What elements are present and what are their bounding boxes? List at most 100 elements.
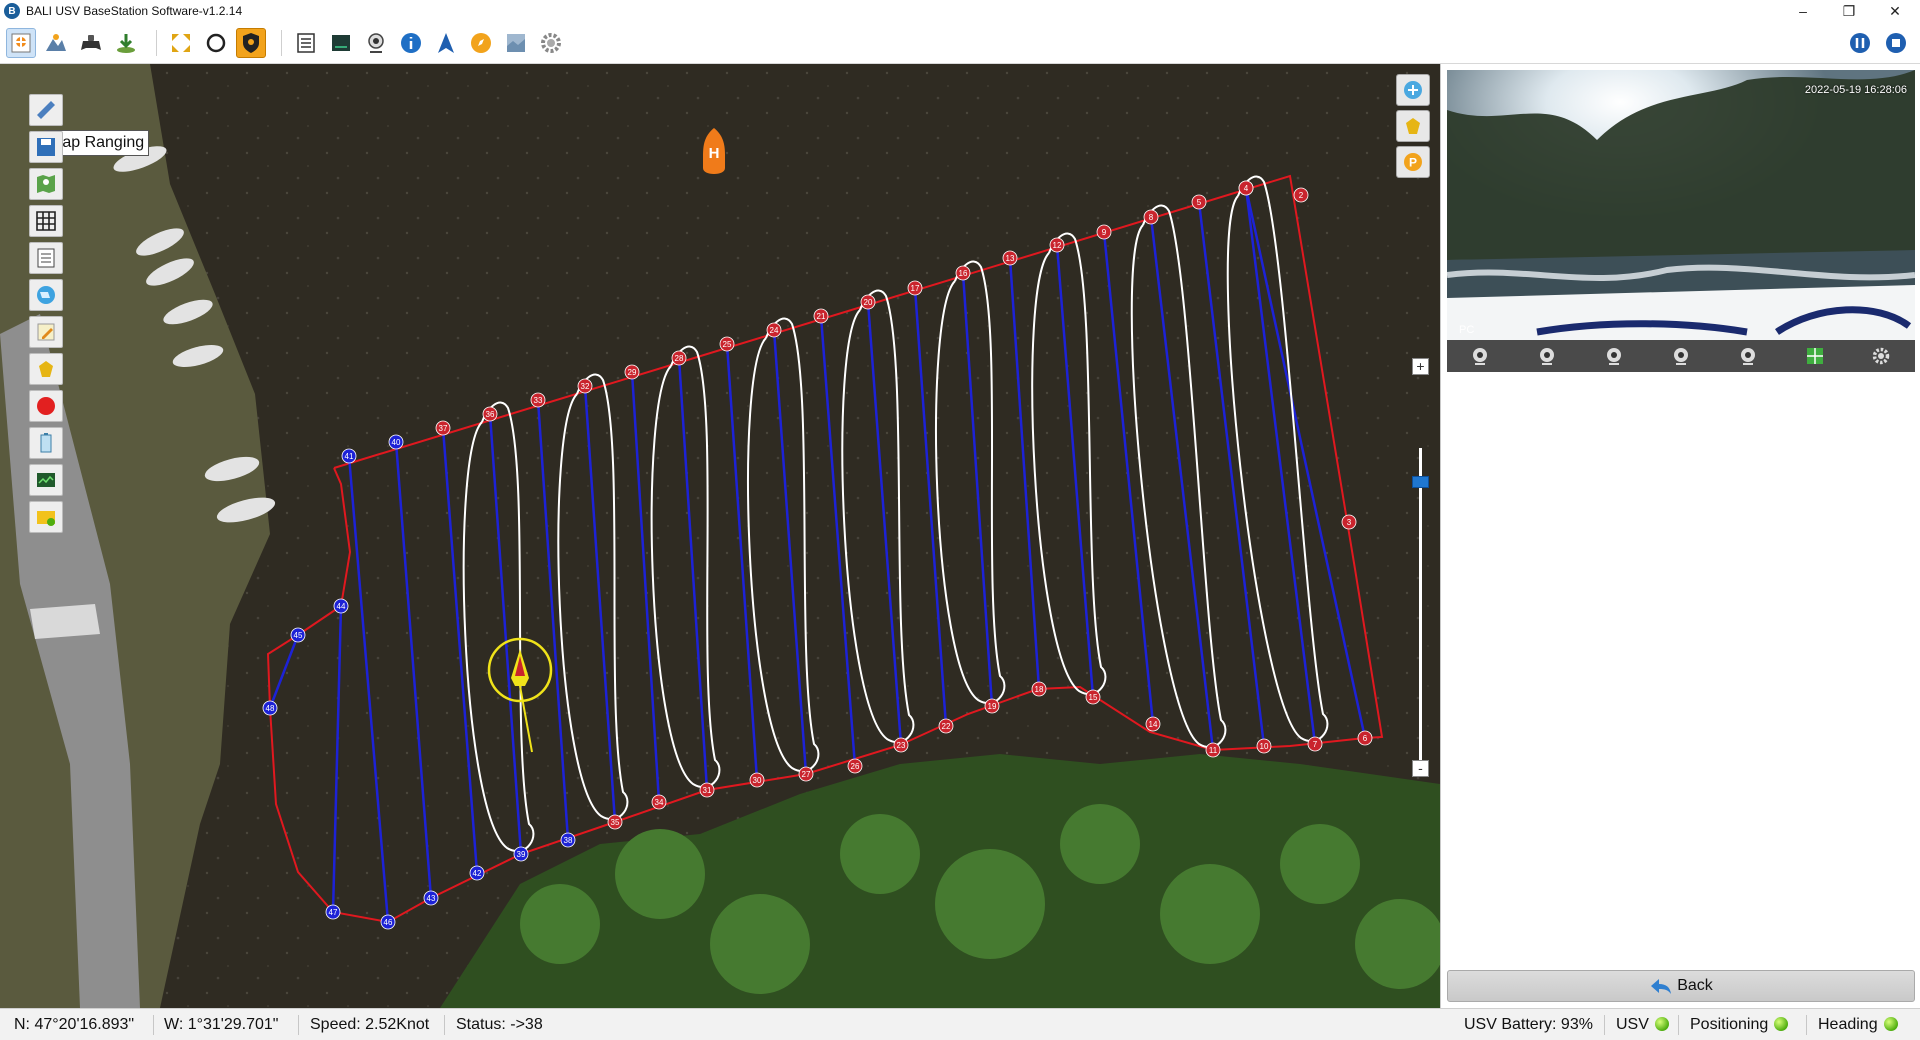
waypoint-number: 46 [384, 918, 393, 927]
waypoint-marker-blue: 45 [290, 627, 306, 643]
settings-button[interactable] [536, 28, 566, 58]
record-tool-button[interactable] [29, 390, 63, 422]
waypoint-number: 28 [675, 354, 684, 363]
window-title: BALI USV BaseStation Software-v1.2.14 [26, 4, 243, 18]
toolbar-separator [156, 30, 157, 56]
waypoint-marker-red: 13 [1002, 250, 1018, 266]
grid-tool-button[interactable] [29, 205, 63, 237]
back-button[interactable]: Back [1447, 970, 1915, 1002]
info-button[interactable] [396, 28, 426, 58]
chart-tool-button[interactable] [29, 464, 63, 496]
waypoint-marker-blue: 47 [325, 904, 341, 920]
waypoint-marker-red: 37 [435, 420, 451, 436]
map-pin-tool-button[interactable] [29, 168, 63, 200]
camera-4-button[interactable] [1670, 345, 1692, 367]
bucket-tool-button[interactable] [29, 353, 63, 385]
gamepad-icon [81, 35, 101, 50]
grid-view-button[interactable] [1804, 345, 1826, 367]
pause-button[interactable] [1845, 28, 1875, 58]
map-canvas[interactable]: 1234567891011121314151617181920212223242… [0, 64, 1440, 1008]
restore-button[interactable]: ❐ [1826, 0, 1872, 22]
home-marker-label: H [709, 145, 720, 162]
status-separator [1678, 1015, 1679, 1035]
parking-tool-button[interactable]: P [1396, 146, 1430, 178]
download-button[interactable] [111, 28, 141, 58]
camera-1-icon [1473, 348, 1488, 365]
waypoint-marker-blue: 39 [513, 846, 529, 862]
waypoint-number: 30 [753, 776, 762, 785]
stop-button[interactable] [1881, 28, 1911, 58]
toolbar-separator [281, 30, 282, 56]
waypoint-number: 45 [294, 631, 303, 640]
route-plan-button[interactable] [41, 28, 71, 58]
waypoint-marker-red: 33 [530, 392, 546, 408]
mail-tool-button[interactable] [29, 501, 63, 533]
waypoint-marker-blue: 44 [333, 598, 349, 614]
zoom-slider-track[interactable] [1419, 448, 1422, 760]
svg-text:P: P [1409, 156, 1417, 170]
waypoint-marker-red: 10 [1256, 738, 1272, 754]
terminal-button[interactable] [326, 28, 356, 58]
globe-tool-button[interactable] [29, 279, 63, 311]
waypoint-marker-red: 12 [1049, 237, 1065, 253]
waypoint-marker-red: 6 [1357, 730, 1373, 746]
usv-status-label: USV [1616, 1016, 1649, 1033]
expand-button[interactable] [166, 28, 196, 58]
camera-feed[interactable]: 2022-05-19 16:28:06 PC [1447, 70, 1915, 340]
navigation-button[interactable] [431, 28, 461, 58]
waypoint-marker-blue: 41 [341, 448, 357, 464]
zoom-slider-thumb[interactable] [1412, 476, 1429, 488]
edit-tool-button[interactable] [29, 316, 63, 348]
zoom-out-button[interactable]: - [1412, 760, 1429, 777]
map-ranging-button[interactable] [6, 28, 36, 58]
map-view[interactable]: 1234567891011121314151617181920212223242… [0, 64, 1440, 1008]
zoom-in-button[interactable]: + [1412, 358, 1429, 375]
shield-button[interactable] [236, 28, 266, 58]
close-button[interactable]: ✕ [1872, 0, 1918, 22]
settings-icon [541, 33, 561, 53]
save-tool-button[interactable] [29, 131, 63, 163]
waypoint-marker-blue: 38 [560, 832, 576, 848]
status-separator [444, 1015, 445, 1035]
camera-1-button[interactable] [1469, 345, 1491, 367]
camera-2-button[interactable] [1536, 345, 1558, 367]
waypoint-marker-red: 20 [860, 294, 876, 310]
waypoint-marker-red: 22 [938, 718, 954, 734]
waypoint-number: 25 [723, 340, 732, 349]
waypoint-number: 17 [911, 284, 920, 293]
chart-icon [37, 473, 55, 487]
waypoint-marker-red: 3 [1341, 514, 1357, 530]
list-button[interactable] [291, 28, 321, 58]
webcam-button[interactable] [361, 28, 391, 58]
waypoint-number: 19 [988, 702, 997, 711]
battery-tool-button[interactable] [29, 427, 63, 459]
edit-icon [37, 323, 55, 341]
waypoint-number: 40 [392, 438, 401, 447]
compass-button[interactable] [466, 28, 496, 58]
waypoint-number: 21 [817, 312, 826, 321]
ruler-tool-button[interactable] [29, 94, 63, 126]
waypoint-marker-red: 8 [1143, 209, 1159, 225]
connection-tool-button[interactable] [1396, 74, 1430, 106]
navigation-status: Status: ->38 [456, 1016, 543, 1033]
gamepad-button[interactable] [76, 28, 106, 58]
status-separator [153, 1015, 154, 1035]
record-icon [37, 397, 55, 415]
waypoint-number: 48 [266, 704, 275, 713]
globe-icon [37, 286, 55, 304]
grid-icon [36, 211, 56, 231]
waypoint-number: 18 [1035, 685, 1044, 694]
minimize-button[interactable]: – [1780, 0, 1826, 22]
list-tool-button[interactable] [29, 242, 63, 274]
map-layer-button[interactable] [501, 28, 531, 58]
camera-5-button[interactable] [1737, 345, 1759, 367]
circle-route-button[interactable] [201, 28, 231, 58]
waypoint-number: 23 [897, 741, 906, 750]
waypoint-number: 47 [329, 908, 338, 917]
waypoint-number: 36 [486, 410, 495, 419]
camera-settings-button[interactable] [1870, 345, 1892, 367]
stop-icon [1886, 33, 1906, 53]
webcam-icon [368, 33, 384, 53]
camera-3-button[interactable] [1603, 345, 1625, 367]
bucket-right-button[interactable] [1396, 110, 1430, 142]
